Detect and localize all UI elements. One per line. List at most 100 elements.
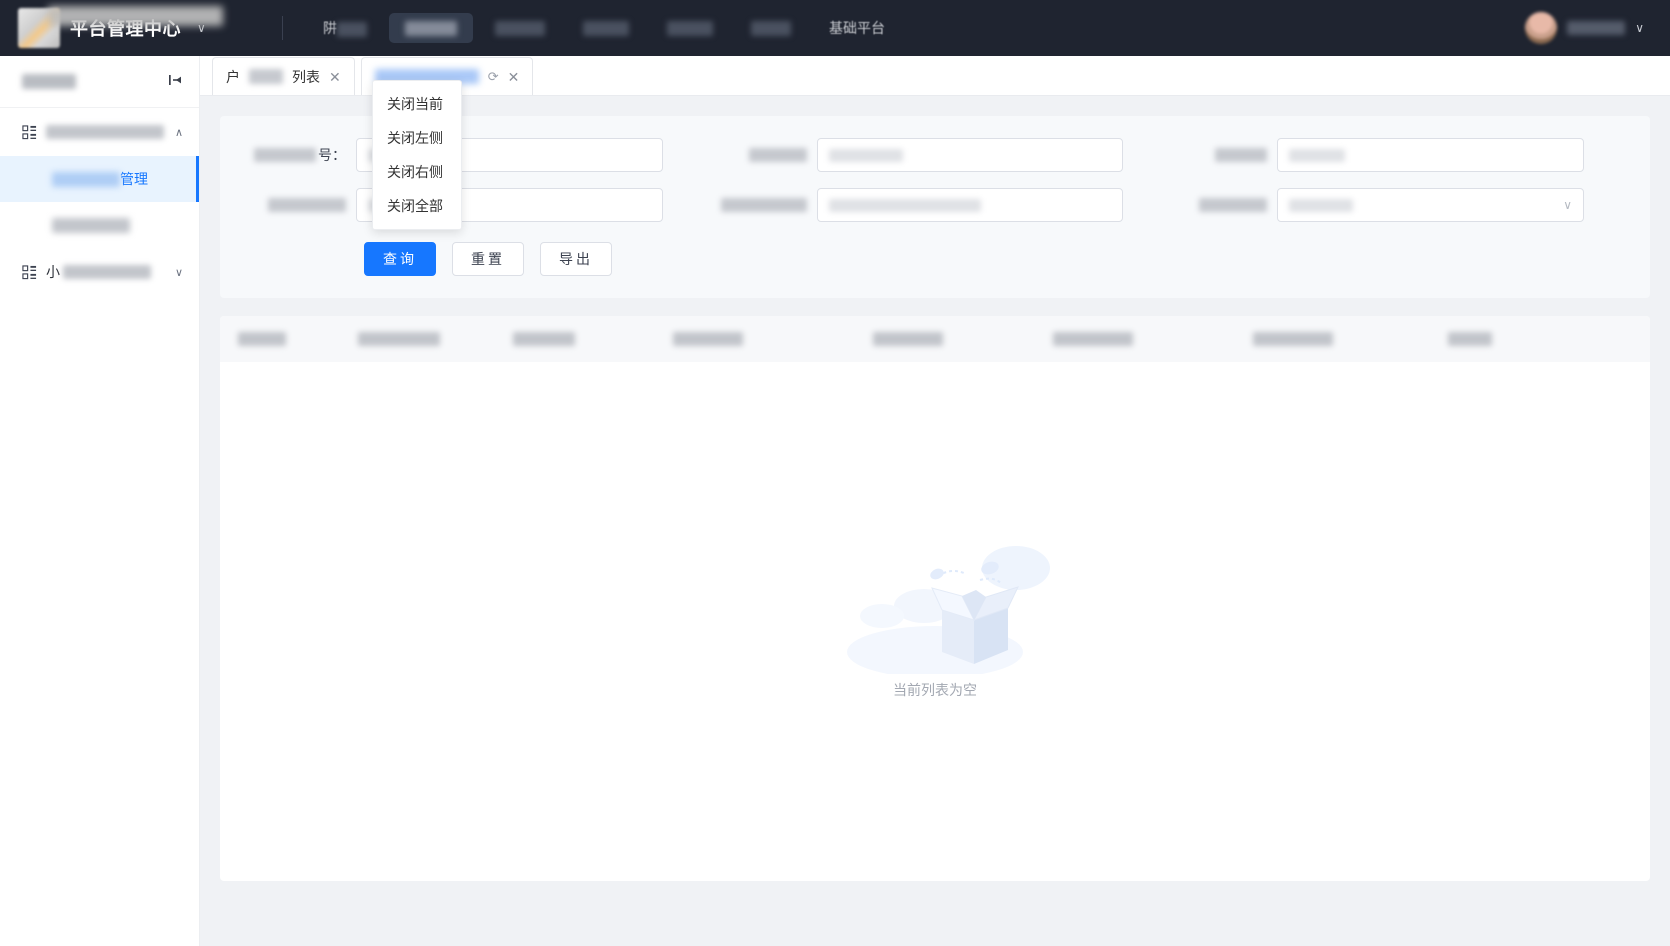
- table-column-header[interactable]: [350, 332, 505, 346]
- field-6-select[interactable]: ∨: [1277, 188, 1585, 222]
- top-nav-item-6-redaction: [751, 21, 791, 37]
- field-6-label: [1165, 198, 1277, 212]
- column-7-redaction: [1253, 332, 1333, 346]
- table-column-header[interactable]: [230, 332, 350, 346]
- empty-state-text: 当前列表为空: [893, 682, 977, 698]
- field-6-label-redaction: [1199, 198, 1268, 212]
- field-2-input[interactable]: [816, 138, 1124, 172]
- field-3-placeholder-redaction: [1289, 148, 1346, 162]
- top-nav-item-7-label: 基础平台: [829, 20, 885, 36]
- sidebar-item-management-label: 管理: [120, 171, 148, 187]
- field-4-label-redaction: [268, 198, 346, 212]
- sidebar-collapse-icon[interactable]: [167, 72, 183, 91]
- column-3-redaction: [513, 332, 575, 346]
- field-5-label-redaction: [720, 198, 807, 212]
- username-redaction: [1567, 21, 1626, 35]
- table-header-row: [220, 316, 1650, 362]
- top-nav-item-3[interactable]: [479, 13, 561, 44]
- field-code-label-suffix: 号：: [318, 147, 346, 163]
- sidebar-item-2-redaction: [52, 217, 130, 233]
- ctx-close-left[interactable]: 关闭左侧: [373, 121, 461, 155]
- field-group-5: [705, 188, 1166, 222]
- table-column-header[interactable]: [1045, 332, 1245, 346]
- search-buttons: 查询 重置 导出: [244, 238, 1626, 284]
- table-column-header[interactable]: [505, 332, 665, 346]
- top-nav-item-6[interactable]: [735, 13, 807, 44]
- column-2-redaction: [358, 332, 440, 346]
- sidebar-group-2-label: 小: [46, 262, 166, 282]
- field-3-label-redaction: [1215, 148, 1268, 162]
- app-root: 平台管理中心 ∨ 阱 基础平台 ∨ ∧ 管理 小 ∨ 户 列表 ✕ ⟳ ✕ 关闭…: [0, 0, 1670, 946]
- column-5-redaction: [873, 332, 943, 346]
- tab-context-menu: 关闭当前 关闭左侧 关闭右侧 关闭全部: [372, 80, 462, 230]
- reset-button[interactable]: 重置: [452, 242, 524, 276]
- chevron-down-icon-group2[interactable]: ∨: [175, 266, 183, 279]
- top-nav-item-1[interactable]: 阱: [307, 11, 383, 45]
- brand-title-redaction: [48, 6, 223, 26]
- table-column-header[interactable]: [1245, 332, 1440, 346]
- table-column-header[interactable]: [1440, 332, 1640, 346]
- ctx-close-all[interactable]: 关闭全部: [373, 189, 461, 223]
- chevron-up-icon[interactable]: ∧: [175, 126, 183, 139]
- top-bar: 平台管理中心 ∨ 阱 基础平台 ∨: [0, 0, 1670, 56]
- user-chevron-down-icon[interactable]: ∨: [1635, 21, 1644, 35]
- tab-refresh-icon[interactable]: ⟳: [488, 69, 499, 85]
- field-2-label: [705, 148, 817, 162]
- field-5-input[interactable]: [816, 188, 1124, 222]
- ctx-close-right[interactable]: 关闭右侧: [373, 155, 461, 189]
- sidebar: ∧ 管理 小 ∨: [0, 56, 200, 946]
- top-nav-item-5[interactable]: [651, 13, 729, 44]
- field-6-placeholder-redaction: [1289, 198, 1354, 212]
- field-group-3: [1165, 138, 1626, 172]
- sidebar-item-management[interactable]: 管理: [0, 156, 199, 202]
- top-nav-item-2-redaction: [405, 21, 457, 37]
- top-nav: 阱 基础平台: [307, 11, 901, 45]
- sidebar-group-1-label: [46, 125, 166, 139]
- column-4-redaction: [673, 332, 743, 346]
- column-1-redaction: [238, 332, 286, 346]
- field-3-label: [1165, 148, 1277, 162]
- top-nav-item-4-redaction: [583, 21, 629, 37]
- field-group-4: [244, 188, 705, 222]
- table-column-header[interactable]: [865, 332, 1045, 346]
- top-nav-item-2[interactable]: [389, 12, 473, 44]
- ctx-close-current[interactable]: 关闭当前: [373, 87, 461, 121]
- top-divider: [282, 16, 283, 40]
- brand[interactable]: 平台管理中心 ∨: [18, 6, 268, 48]
- top-right-user-area[interactable]: ∨: [1525, 12, 1652, 44]
- top-nav-item-7[interactable]: 基础平台: [813, 11, 901, 45]
- select-chevron-down-icon[interactable]: ∨: [1563, 198, 1572, 212]
- sidebar-group-1[interactable]: ∧: [0, 108, 199, 156]
- sidebar-item-2[interactable]: [0, 202, 199, 248]
- tab-active-close-icon[interactable]: ✕: [508, 70, 520, 84]
- avatar: [1525, 12, 1558, 44]
- field-group-code: 号：: [244, 138, 705, 172]
- tab-close-icon[interactable]: ✕: [329, 70, 341, 84]
- sidebar-group-2-prefix: 小: [46, 264, 60, 280]
- tab-list-redaction: [249, 69, 283, 84]
- tab-list-prefix: 户: [226, 68, 240, 85]
- field-3-input[interactable]: [1277, 138, 1585, 172]
- top-nav-item-1-redaction: [337, 21, 367, 37]
- tab-list[interactable]: 户 列表 ✕: [212, 57, 355, 95]
- field-2-placeholder-redaction: [828, 148, 903, 162]
- sidebar-header: [0, 56, 199, 108]
- export-button[interactable]: 导出: [540, 242, 612, 276]
- sidebar-group-2[interactable]: 小 ∨: [0, 248, 199, 296]
- top-nav-item-4[interactable]: [567, 13, 645, 44]
- top-nav-item-5-redaction: [667, 21, 713, 37]
- grid-icon: [22, 124, 37, 140]
- tab-list-suffix: 列表: [292, 68, 320, 85]
- query-button[interactable]: 查询: [364, 242, 436, 276]
- field-5-placeholder-redaction: [828, 198, 981, 212]
- field-group-6: ∨: [1165, 188, 1626, 222]
- sidebar-title-redaction: [22, 74, 76, 89]
- empty-box-illustration: [847, 546, 1050, 674]
- field-code-label: 号：: [244, 145, 356, 165]
- table-column-header[interactable]: [665, 332, 865, 346]
- column-8-redaction: [1448, 332, 1492, 346]
- column-6-redaction: [1053, 332, 1133, 346]
- field-5-label: [705, 198, 817, 212]
- field-4-label: [244, 198, 356, 212]
- field-2-label-redaction: [748, 148, 807, 162]
